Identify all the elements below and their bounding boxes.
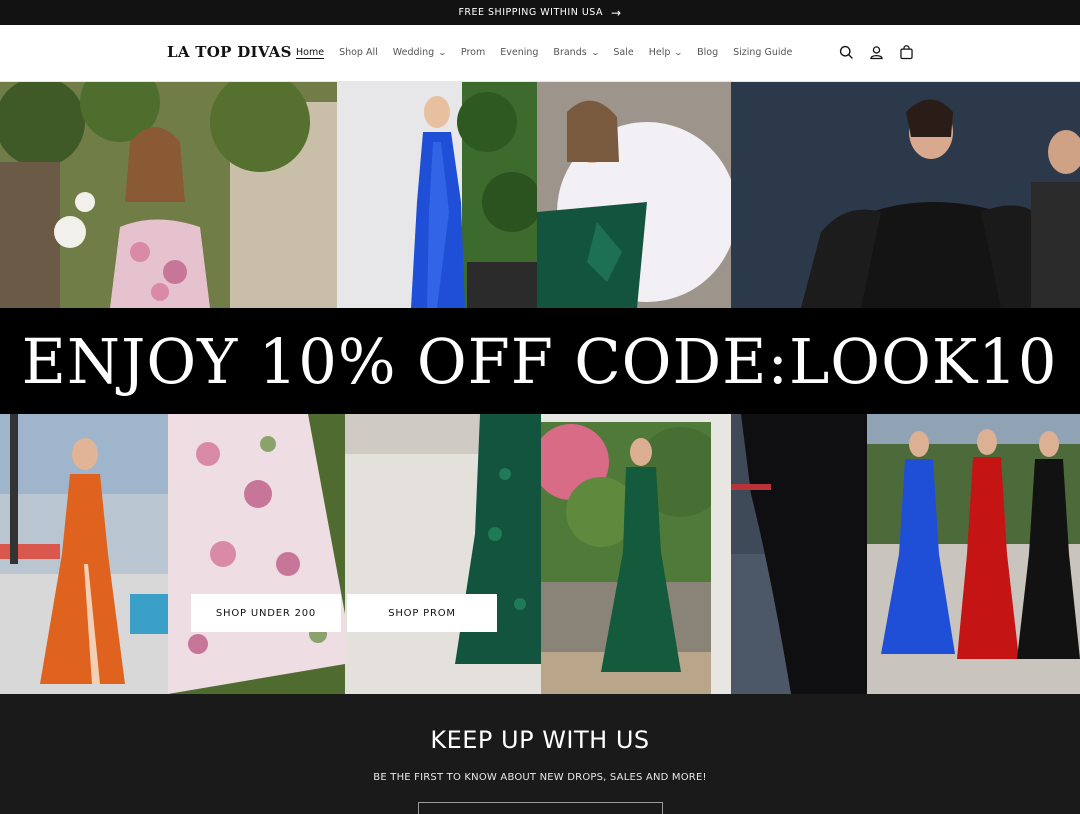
- nav-item-home[interactable]: Home: [296, 47, 324, 58]
- hero-photo-green-corset: [537, 82, 731, 308]
- nav-item-label: Sizing Guide: [733, 47, 793, 58]
- announcement-text: FREE SHIPPING WITHIN USA: [458, 7, 603, 18]
- promo-code-banner: ENJOY 10% OFF CODE:LOOK10: [0, 308, 1080, 414]
- nav-item-label: Brands: [553, 47, 587, 58]
- chevron-down-icon: ⌄: [437, 48, 448, 57]
- hero-gap: [711, 414, 731, 694]
- nav-item-label: Help: [648, 47, 671, 58]
- hero-photo-three-gowns: [867, 414, 1080, 694]
- hero-photo-orange-gown: [0, 414, 168, 694]
- site-header: LA TOP DIVAS Home Shop All Wedding ⌄ Prom…: [0, 25, 1080, 82]
- newsletter-subtitle: BE THE FIRST TO KNOW ABOUT NEW DROPS, SA…: [373, 772, 707, 783]
- nav-item-label: Blog: [697, 47, 719, 58]
- newsletter-title: KEEP UP WITH US: [430, 726, 650, 754]
- shop-prom-button[interactable]: SHOP PROM: [347, 594, 497, 632]
- announcement-bar[interactable]: FREE SHIPPING WITHIN USA →: [0, 0, 1080, 25]
- nav-item-label: Sale: [613, 47, 634, 58]
- hero-photo-floral-gown: [0, 82, 337, 308]
- hero-photo-black-gown: [731, 82, 1080, 308]
- search-icon[interactable]: [838, 44, 855, 61]
- nav-item-wedding[interactable]: Wedding ⌄: [392, 47, 448, 58]
- main-nav: Home Shop All Wedding ⌄ Prom Evening Bran…: [296, 47, 807, 58]
- nav-item-brands[interactable]: Brands ⌄: [553, 47, 600, 58]
- chevron-down-icon: ⌄: [590, 48, 600, 57]
- newsletter-email-input[interactable]: [418, 802, 663, 814]
- site-logo[interactable]: LA TOP DIVAS: [167, 43, 292, 61]
- hero-photo-floral-train: [168, 414, 345, 694]
- nav-item-shop-all[interactable]: Shop All: [339, 47, 378, 58]
- hero-photo-green-sequin-gown: [541, 422, 711, 694]
- nav-item-sale[interactable]: Sale: [613, 47, 633, 58]
- nav-item-label: Shop All: [339, 47, 378, 58]
- arrow-right-icon: →: [610, 5, 622, 20]
- promo-code-text: ENJOY 10% OFF CODE:LOOK10: [22, 324, 1058, 398]
- nav-item-blog[interactable]: Blog: [697, 47, 718, 58]
- nav-item-label: Wedding: [392, 47, 435, 58]
- shop-under-200-button[interactable]: SHOP UNDER 200: [191, 594, 341, 632]
- cart-icon[interactable]: [898, 44, 915, 61]
- hero-photo-black-tulle: [731, 414, 867, 694]
- hero-photo-sequin-train: [345, 414, 541, 694]
- nav-item-label: Home: [296, 47, 325, 58]
- header-icons: [838, 44, 915, 61]
- nav-item-label: Prom: [460, 47, 486, 58]
- nav-item-label: Evening: [500, 47, 539, 58]
- nav-item-sizing-guide[interactable]: Sizing Guide: [733, 47, 792, 58]
- button-label: SHOP UNDER 200: [215, 607, 317, 619]
- hero-photo-blue-gown: [337, 82, 537, 308]
- newsletter-section: KEEP UP WITH US BE THE FIRST TO KNOW ABO…: [0, 694, 1080, 814]
- account-icon[interactable]: [868, 44, 885, 61]
- chevron-down-icon: ⌄: [674, 48, 684, 57]
- button-label: SHOP PROM: [388, 607, 456, 619]
- nav-item-help[interactable]: Help ⌄: [648, 47, 684, 58]
- nav-item-evening[interactable]: Evening: [500, 47, 538, 58]
- nav-item-prom[interactable]: Prom: [461, 47, 485, 58]
- hero-banner[interactable]: ENJOY 10% OFF CODE:LOOK10: [0, 82, 1080, 694]
- hero-gap: [541, 414, 711, 422]
